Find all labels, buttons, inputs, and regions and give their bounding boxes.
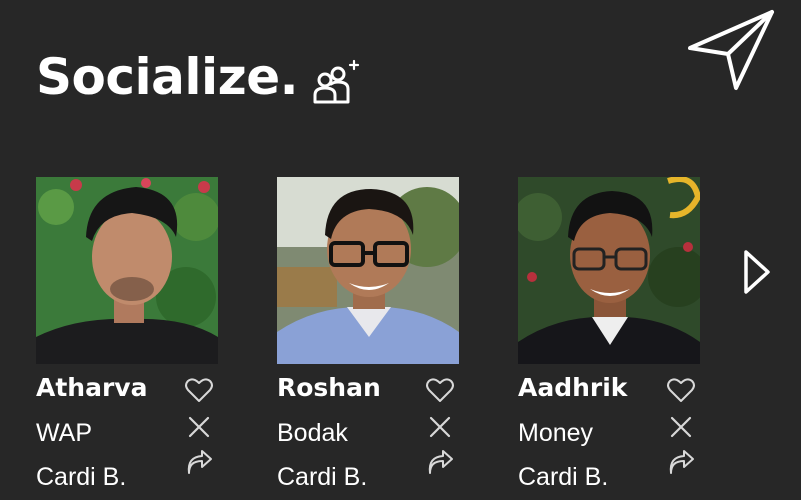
card-line-3: Cardi B. — [36, 463, 127, 491]
paper-plane-icon[interactable] — [686, 8, 776, 92]
card-line-3: Cardi B. — [518, 463, 609, 491]
card-line-2: Money — [518, 419, 594, 447]
card-line-2: Bodak — [277, 419, 348, 447]
share-icon[interactable] — [666, 447, 696, 477]
profile-photo — [277, 177, 459, 364]
triangle-right-icon[interactable] — [742, 248, 772, 296]
card-line-3: Cardi B. — [277, 463, 368, 491]
add-friend-icon[interactable] — [310, 58, 362, 106]
profile-photo — [36, 177, 218, 364]
profile-photo — [518, 177, 700, 364]
page-title: Socialize. — [36, 48, 299, 106]
close-icon[interactable] — [184, 412, 214, 442]
profile-card[interactable]: Aadhrik Money Cardi B. — [518, 177, 700, 490]
close-icon[interactable] — [666, 412, 696, 442]
share-icon[interactable] — [184, 447, 214, 477]
share-icon[interactable] — [425, 447, 455, 477]
heart-icon[interactable] — [425, 375, 455, 405]
close-icon[interactable] — [425, 412, 455, 442]
profile-card[interactable]: Atharva WAP Cardi B. — [36, 177, 218, 490]
card-name: Atharva — [36, 373, 148, 402]
card-name: Aadhrik — [518, 373, 628, 402]
card-name: Roshan — [277, 373, 381, 402]
socialize-screen: Socialize. Atharva WAP Cardi B. Roshan B… — [0, 0, 801, 500]
profile-card[interactable]: Roshan Bodak Cardi B. — [277, 177, 459, 490]
heart-icon[interactable] — [666, 375, 696, 405]
card-line-2: WAP — [36, 419, 93, 447]
heart-icon[interactable] — [184, 375, 214, 405]
